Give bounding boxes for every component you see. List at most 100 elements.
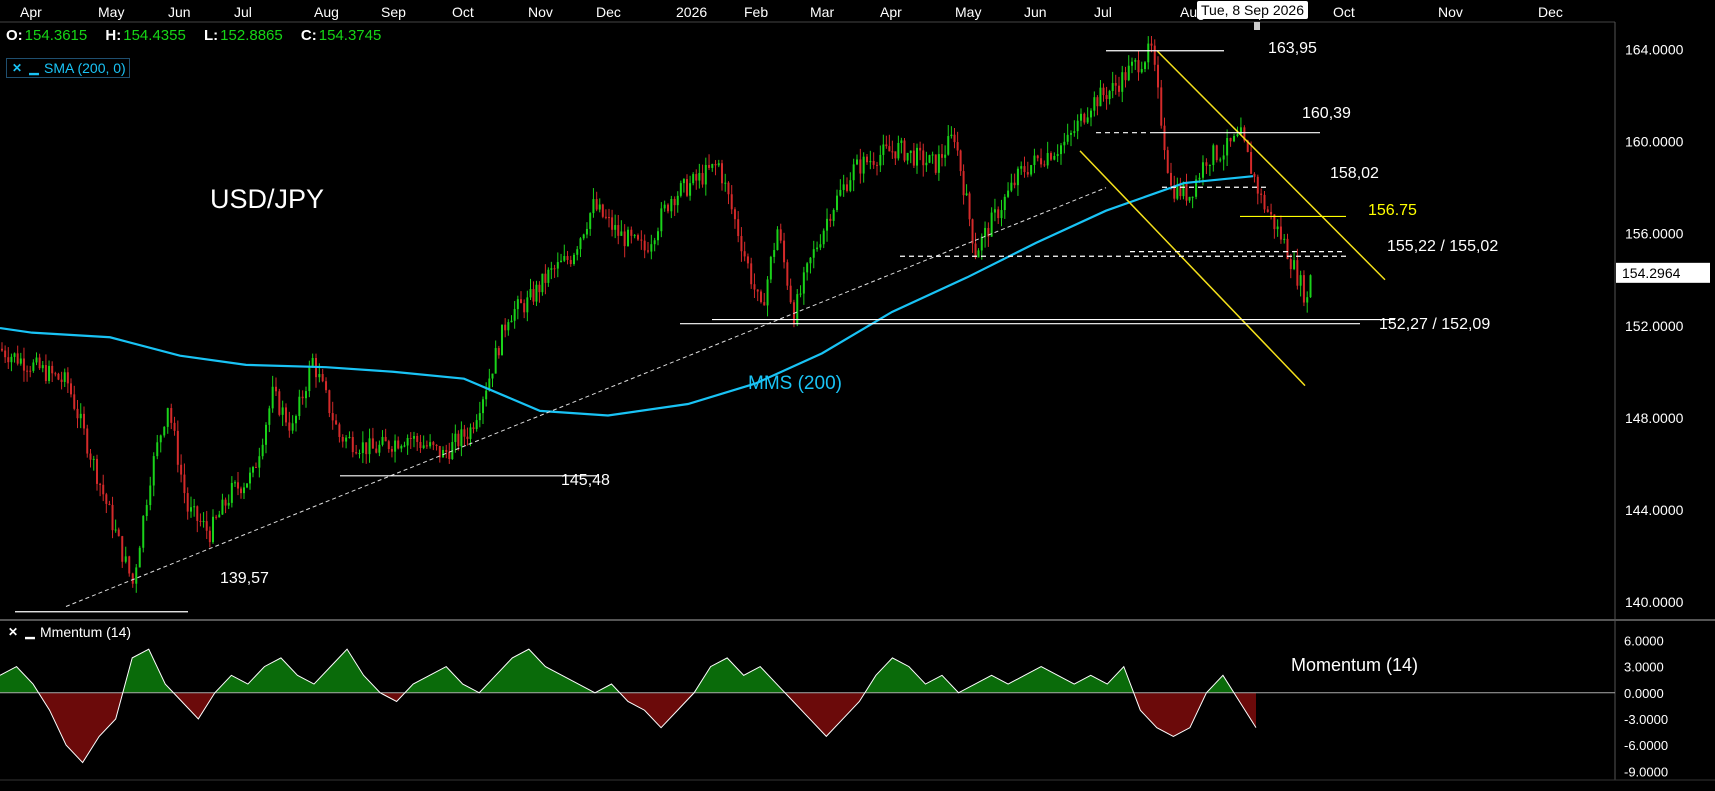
minimize-icon[interactable]: ▁ <box>27 61 41 75</box>
candle-body <box>1270 211 1273 215</box>
channel-lower <box>1079 150 1306 387</box>
candle-body <box>355 452 358 454</box>
candle-body <box>974 243 977 258</box>
candle-body <box>318 373 321 378</box>
candle-body <box>227 502 230 506</box>
candle-body <box>1182 183 1185 197</box>
candle-body <box>560 260 563 263</box>
candle-body <box>977 250 980 258</box>
candle-body <box>550 268 553 270</box>
candle-body <box>298 396 301 417</box>
candle-body <box>556 262 559 269</box>
candle-body <box>1179 184 1182 197</box>
candle-body <box>965 193 968 196</box>
candle-body <box>1296 260 1299 286</box>
candle-body <box>746 256 749 264</box>
candle-body <box>170 408 173 423</box>
candle-body <box>916 147 918 166</box>
candle-body <box>38 357 41 369</box>
candle-body <box>466 436 469 439</box>
candle-body <box>1020 166 1023 169</box>
candle-body <box>7 357 10 363</box>
momentum-y-tick-label: -3.0000 <box>1624 712 1668 727</box>
crosshair-marker-icon <box>1254 22 1260 30</box>
candle-body <box>950 134 953 137</box>
sma-legend: ✕ ▁ SMA (200, 0) <box>6 58 130 78</box>
candle-body <box>1118 85 1120 92</box>
candle-body <box>1007 190 1010 197</box>
candle-body <box>400 446 403 449</box>
candle-body <box>888 146 891 152</box>
y-tick-label: 148.0000 <box>1625 410 1684 426</box>
candle-body <box>686 179 688 196</box>
candle-body <box>70 383 72 395</box>
x-tick-label: Oct <box>1333 4 1355 20</box>
candle-body <box>35 357 38 363</box>
candle-body <box>475 420 478 429</box>
candle-body <box>13 353 16 357</box>
candle-body <box>566 256 569 260</box>
candle-body <box>491 373 494 379</box>
candle-body <box>928 155 931 163</box>
candle-body <box>1208 165 1211 167</box>
close-icon[interactable]: ✕ <box>6 625 20 639</box>
momentum-legend-label[interactable]: Mmentum (14) <box>40 624 131 640</box>
candle-body <box>763 302 766 306</box>
candle-body <box>931 154 934 156</box>
candle-body <box>159 435 162 443</box>
candle-body <box>727 182 730 195</box>
candle-body <box>897 142 900 159</box>
candle-body <box>750 263 753 285</box>
candle-body <box>1157 64 1159 88</box>
candle-body <box>111 504 114 531</box>
candle-body <box>997 209 1000 219</box>
candle-body <box>1140 68 1143 73</box>
candle-body <box>1215 145 1218 161</box>
minimize-icon[interactable]: ▁ <box>23 625 37 639</box>
chart-canvas[interactable]: Apr May Jun Jul Aug Sep Oct Nov Dec 2026 Feb Mar Apr… <box>0 0 1715 791</box>
candle-body <box>301 396 304 399</box>
candle-body <box>96 458 98 484</box>
candle-body <box>1076 120 1079 132</box>
level-label: 155,22 / 155,02 <box>1387 238 1498 255</box>
candle-body <box>956 142 959 151</box>
main-plot: Apr May Jun Jul Aug Sep Oct Nov Dec 2026 Feb Mar Apr… <box>0 0 1715 781</box>
candle-body <box>365 442 368 455</box>
momentum-y-tick-label: 0.0000 <box>1624 686 1664 701</box>
candle-body <box>44 365 47 382</box>
candle-body <box>205 521 208 531</box>
candle-body <box>1016 168 1019 186</box>
candle-body <box>714 164 717 166</box>
candle-body <box>331 413 334 421</box>
candle-body <box>573 254 575 264</box>
candle-body <box>51 365 54 374</box>
candle-body <box>553 268 556 270</box>
candle-body <box>390 449 393 452</box>
level-label: 163,95 <box>1268 40 1317 57</box>
x-tick-label: Feb <box>744 4 768 20</box>
candle-body <box>142 516 145 548</box>
momentum-y-tick-label: 6.0000 <box>1624 633 1664 648</box>
candle-body <box>869 160 872 163</box>
candle-body <box>903 140 906 161</box>
candle-body <box>1293 260 1296 270</box>
candle-body <box>993 209 996 213</box>
candle-body <box>501 324 503 356</box>
candle-body <box>538 284 541 293</box>
sma-legend-label[interactable]: SMA (200, 0) <box>44 60 126 76</box>
candle-body <box>611 217 614 230</box>
candle-body <box>822 230 825 245</box>
candle-body <box>156 442 159 457</box>
candle-body <box>526 297 529 313</box>
candle-body <box>1233 136 1236 142</box>
candle-body <box>193 506 196 508</box>
candle-body <box>212 516 214 543</box>
candle-body <box>240 488 242 494</box>
candle-body <box>199 520 202 522</box>
candle-body <box>325 381 328 391</box>
close-icon[interactable]: ✕ <box>10 61 24 75</box>
candle-body <box>288 422 291 431</box>
candle-body <box>563 256 566 261</box>
candle-body <box>1060 145 1062 155</box>
candle-body <box>806 263 809 273</box>
